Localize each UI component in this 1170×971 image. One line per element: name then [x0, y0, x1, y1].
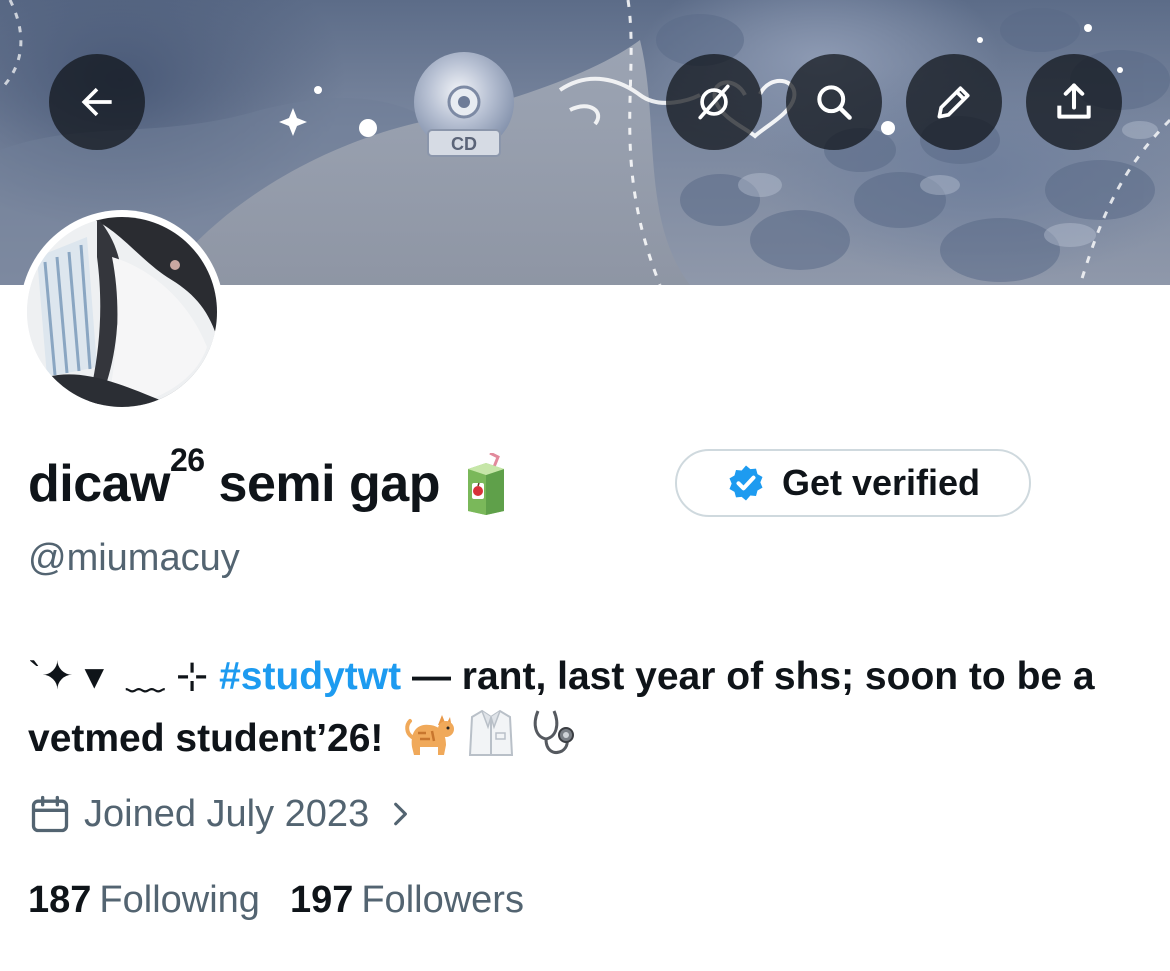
user-handle: @miumacuy: [28, 537, 240, 579]
cat-icon: [405, 715, 455, 755]
cd-sticker: CD: [414, 52, 514, 157]
bio-ornament: `✦ ▾ ﹏ ⊹: [28, 655, 220, 698]
search-icon: [817, 85, 852, 120]
follow-counts: 187 Following 197 Followers: [28, 874, 524, 926]
joined-date[interactable]: Joined July 2023: [28, 788, 413, 840]
share-button[interactable]: [1026, 54, 1122, 150]
hashtag-link[interactable]: #studytwt: [219, 655, 401, 698]
avatar[interactable]: [20, 210, 224, 414]
get-verified-button[interactable]: Get verified: [675, 449, 1031, 517]
joined-label: Joined July 2023: [84, 793, 370, 835]
back-arrow-icon: [81, 87, 112, 117]
verified-badge-icon: [729, 465, 763, 501]
display-name-row: dicaw26 semi gap: [28, 442, 508, 520]
avatar-photo: [27, 217, 217, 407]
followers-label: Followers: [361, 879, 524, 921]
back-button[interactable]: [49, 54, 145, 150]
following-count: 187: [28, 879, 92, 921]
calendar-icon: [31, 795, 69, 833]
stethoscope-icon: [534, 710, 575, 754]
chevron-right-icon: [394, 802, 408, 826]
grok-button[interactable]: [666, 54, 762, 150]
lab-coat-icon: [469, 709, 514, 756]
display-name: dicaw26 semi gap: [28, 442, 440, 513]
share-icon: [1057, 83, 1091, 119]
bio-emojis: [404, 707, 578, 759]
edit-button[interactable]: [906, 54, 1002, 150]
svg-text:CD: CD: [451, 134, 477, 154]
following-link[interactable]: 187 Following: [28, 874, 260, 926]
juice-box-icon: [467, 453, 504, 515]
following-label: Following: [99, 879, 260, 921]
followers-count: 197: [289, 879, 354, 921]
edit-icon: [937, 86, 970, 119]
followers-link[interactable]: 197 Followers: [290, 874, 524, 926]
search-button[interactable]: [786, 54, 882, 150]
get-verified-label: Get verified: [781, 462, 981, 503]
grok-icon: [698, 84, 730, 120]
profile-bio: `✦ ▾ ﹏ ⊹ #studytwt — rant, last year of …: [28, 646, 1148, 769]
